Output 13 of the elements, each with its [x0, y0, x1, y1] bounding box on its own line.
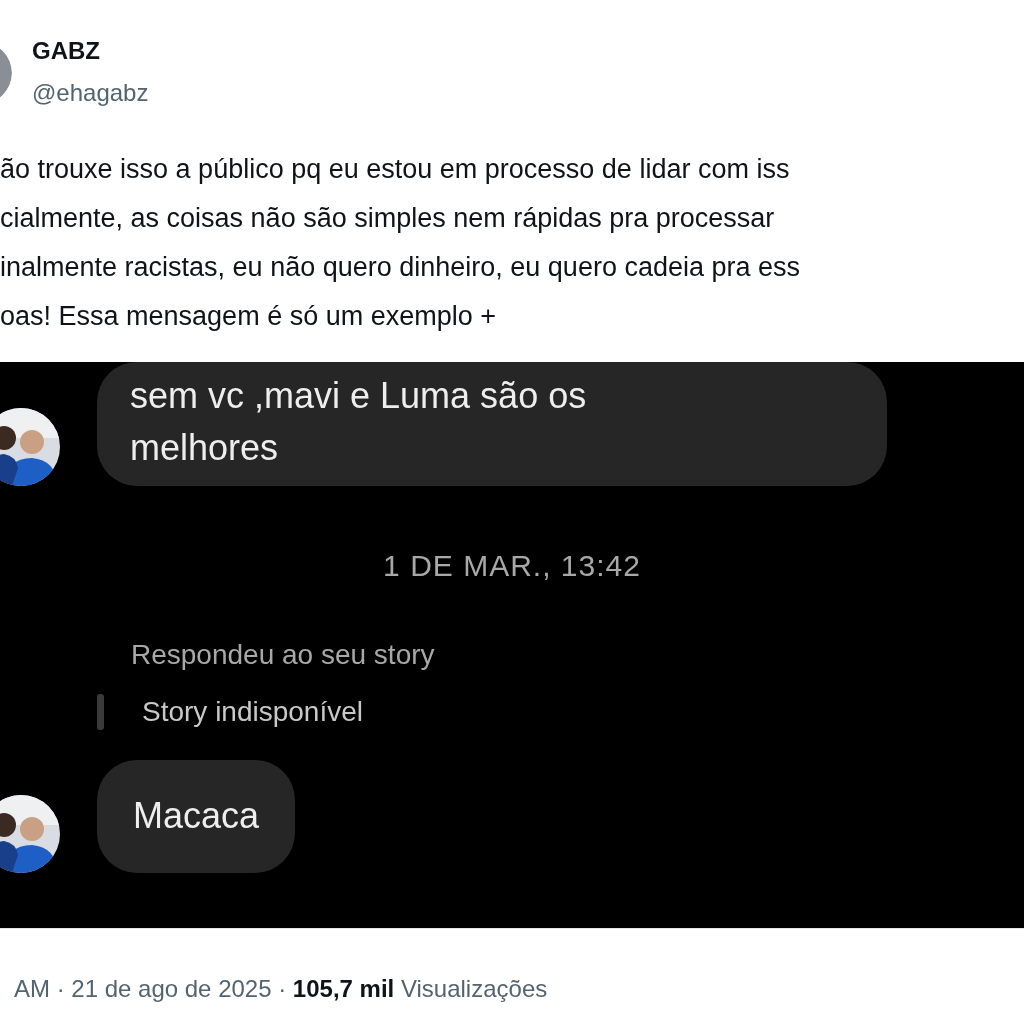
tweet-text-line: inalmente racistas, eu não quero dinheiro, eu quero cadeia pra ess [0, 251, 800, 284]
tweet-meta: AM · 21 de ago de 2025 · 105,7 mil Visualizações [0, 928, 1024, 1009]
message-timestamp: 1 DE MAR., 13:42 [383, 548, 641, 584]
story-reply-label: Respondeu ao seu story [131, 638, 435, 672]
tweet-text-line: cialmente, as coisas não são simples nem rápidas pra processar [0, 202, 775, 235]
author-name[interactable]: GABZ [32, 36, 100, 66]
quote-bar [97, 694, 104, 730]
tweet-text-line: oas! Essa mensagem é só um exemplo + [0, 300, 496, 333]
story-unavailable-text: Story indisponível [142, 695, 363, 729]
message-bubble: sem vc ,mavi e Luma são os melhores [97, 362, 887, 486]
author-handle[interactable]: @ehagabz [32, 78, 149, 108]
message-bubble: Macaca [97, 760, 296, 873]
tweet-text-line: ão trouxe isso a público pq eu estou em processo de lidar com iss [0, 153, 790, 186]
